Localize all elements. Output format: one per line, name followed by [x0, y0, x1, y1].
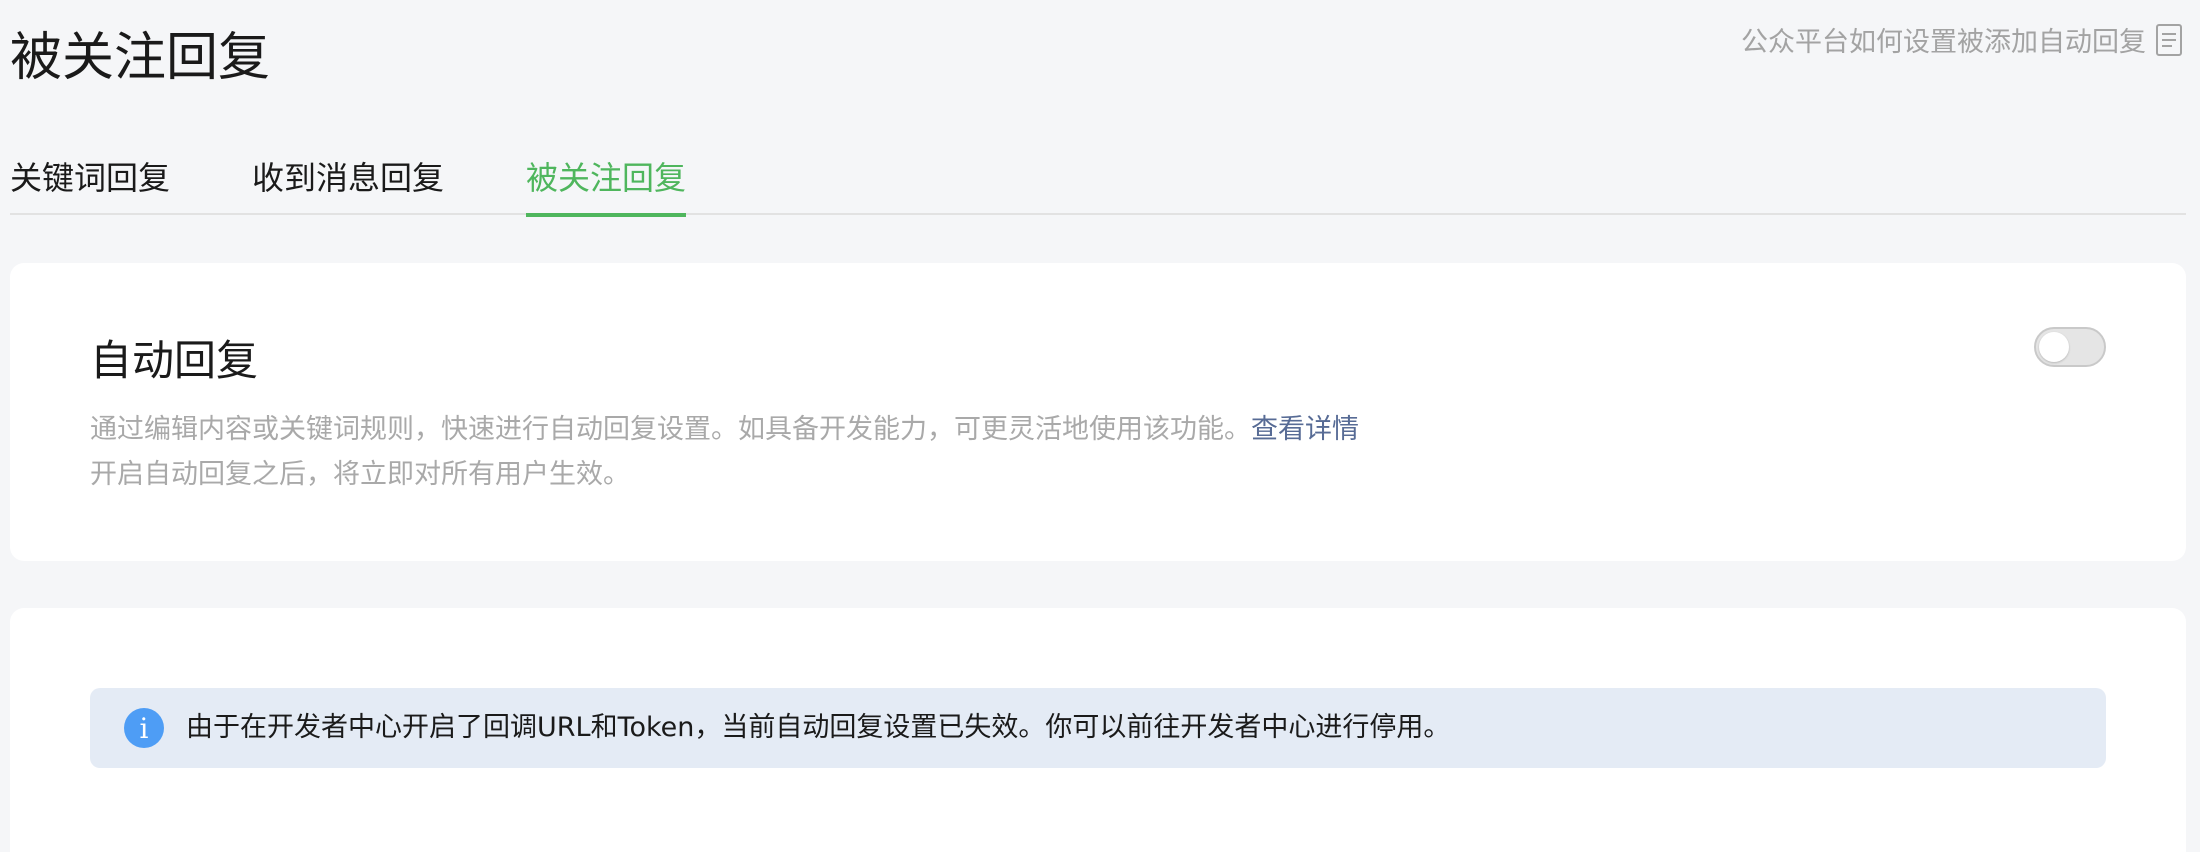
notice-text: 由于在开发者中心开启了回调URL和Token，当前自动回复设置已失效。你可以前往… [186, 712, 1451, 743]
help-link[interactable]: 公众平台如何设置被添加自动回复 [1741, 20, 2182, 59]
view-details-link[interactable]: 查看详情 [1251, 414, 1359, 445]
description-line-1: 通过编辑内容或关键词规则，快速进行自动回复设置。如具备开发能力，可更灵活地使用该… [90, 407, 1359, 452]
help-link-label: 公众平台如何设置被添加自动回复 [1741, 27, 2146, 58]
auto-reply-toggle[interactable] [2034, 327, 2106, 367]
page-title: 被关注回复 [10, 28, 271, 88]
tab-follow-reply[interactable]: 被关注回复 [526, 150, 687, 217]
notice-banner: i 由于在开发者中心开启了回调URL和Token，当前自动回复设置已失效。你可以… [90, 688, 2106, 768]
tab-message-reply[interactable]: 收到消息回复 [252, 150, 444, 215]
tab-keyword-reply[interactable]: 关键词回复 [10, 150, 170, 215]
description-line-2: 开启自动回复之后，将立即对所有用户生效。 [90, 459, 630, 490]
notice-card: i 由于在开发者中心开启了回调URL和Token，当前自动回复设置已失效。你可以… [10, 608, 2186, 852]
document-icon [2156, 23, 2182, 56]
auto-reply-description: 通过编辑内容或关键词规则，快速进行自动回复设置。如具备开发能力，可更灵活地使用该… [90, 407, 1359, 497]
tab-bar: 关键词回复 收到消息回复 被关注回复 [10, 150, 2186, 217]
toggle-knob [2039, 332, 2069, 362]
description-text: 通过编辑内容或关键词规则，快速进行自动回复设置。如具备开发能力，可更灵活地使用该… [90, 414, 1251, 445]
section-title: 自动回复 [90, 336, 259, 385]
auto-reply-card: 自动回复 通过编辑内容或关键词规则，快速进行自动回复设置。如具备开发能力，可更灵… [10, 263, 2186, 561]
page: 被关注回复 公众平台如何设置被添加自动回复 关键词回复 收到消息回复 被关注回复… [0, 0, 2200, 852]
info-icon: i [124, 708, 164, 748]
